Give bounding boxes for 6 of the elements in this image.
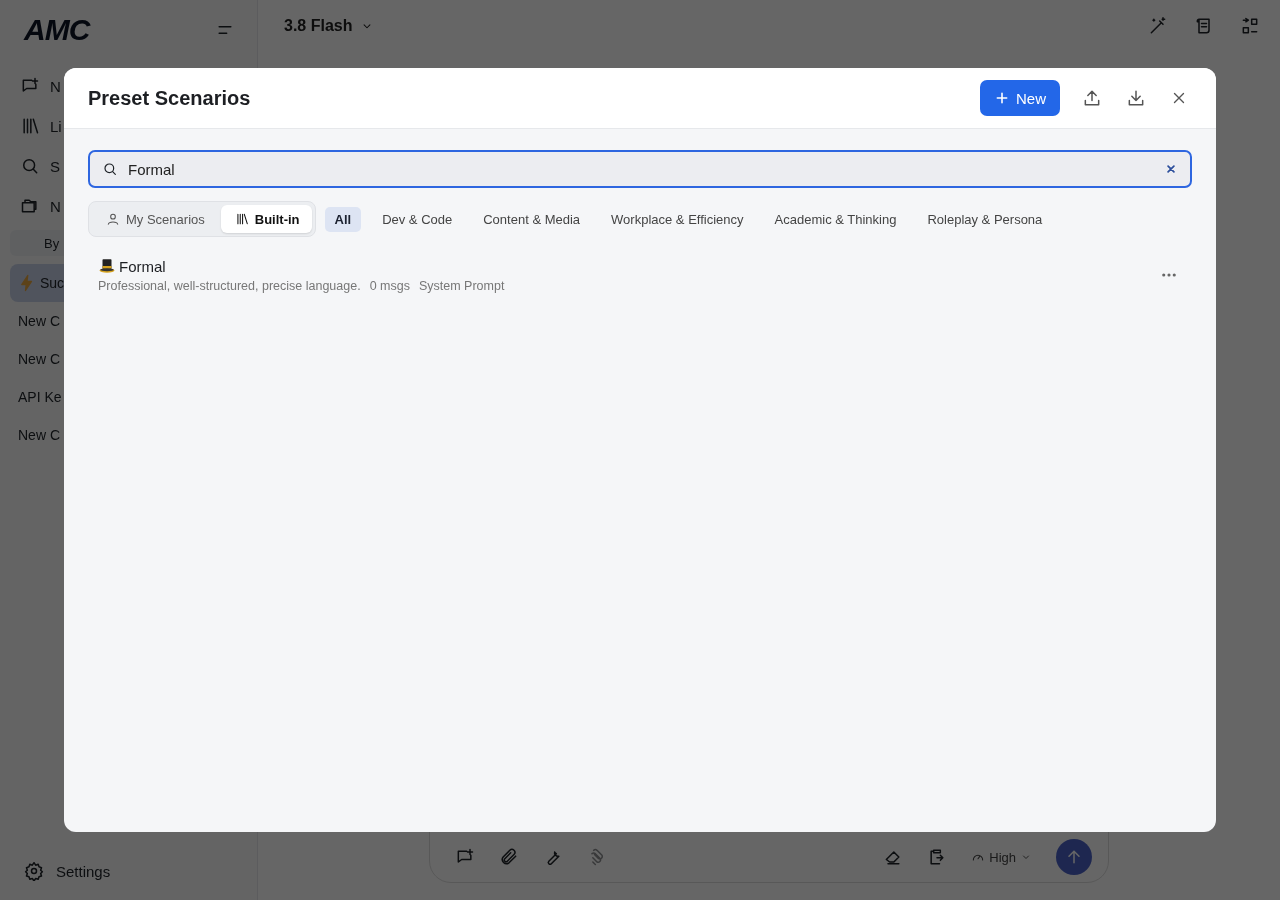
scenario-name: Formal [119, 257, 166, 275]
logo: AMC [24, 13, 90, 47]
scenario-type: System Prompt [418, 279, 505, 293]
dialog-title: Preset Scenarios [88, 86, 251, 110]
scenario-description: Professional, well-structured, precise language. [98, 279, 361, 293]
message-count: 0 msgs [369, 279, 410, 293]
